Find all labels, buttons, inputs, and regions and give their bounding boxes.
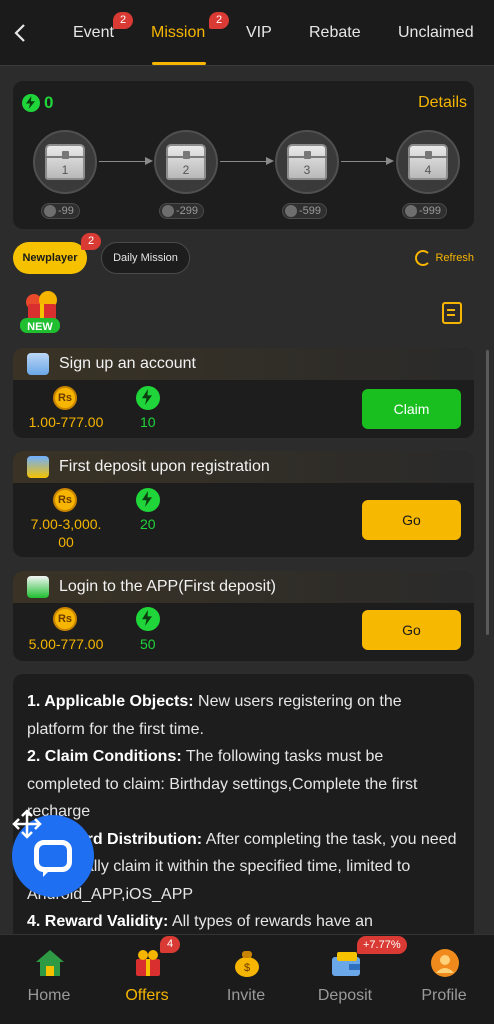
points-balance: 0 bbox=[22, 93, 53, 113]
rupee-coin-icon: Rs bbox=[53, 488, 77, 512]
chest-icon: 1 bbox=[45, 144, 85, 180]
svg-text:$: $ bbox=[244, 962, 250, 974]
nav-label: Profile bbox=[421, 987, 467, 1004]
reward-points: 10 bbox=[140, 414, 156, 430]
chest-number: 3 bbox=[303, 163, 311, 177]
chest-icon: 2 bbox=[166, 144, 206, 180]
grey-lightning-icon bbox=[162, 205, 174, 217]
top-tab-bar: Event 2 Mission 2 VIP Rebate Unclaimed bbox=[0, 0, 494, 66]
nav-invite[interactable]: $ Invite bbox=[197, 935, 295, 1024]
wallet-icon bbox=[27, 456, 49, 478]
tab-unclaimed[interactable]: Unclaimed bbox=[398, 24, 474, 42]
nav-label: Offers bbox=[125, 987, 169, 1004]
new-gift-icon: NEW bbox=[20, 291, 60, 333]
arrow-connector bbox=[99, 161, 145, 162]
new-label: NEW bbox=[27, 321, 53, 333]
task-header: Login to the APP(First deposit) bbox=[13, 571, 474, 603]
grey-lightning-icon bbox=[44, 205, 56, 217]
nav-label: Home bbox=[27, 987, 71, 1004]
active-tab-indicator bbox=[152, 62, 206, 65]
reward-amount: 7.00-3,000. bbox=[30, 516, 102, 532]
task-title: First deposit upon registration bbox=[59, 458, 270, 475]
arrow-connector bbox=[220, 161, 266, 162]
rules-panel: 1. Applicable Objects: New users registe… bbox=[13, 674, 474, 944]
newplayer-badge: 2 bbox=[81, 233, 101, 250]
details-link[interactable]: Details bbox=[418, 94, 467, 112]
arrow-head bbox=[386, 157, 394, 165]
tab-newplayer[interactable]: Newplayer bbox=[13, 242, 87, 274]
nav-profile[interactable]: Profile bbox=[395, 935, 493, 1024]
tab-daily-mission[interactable]: Daily Mission bbox=[101, 242, 190, 274]
record-list-icon[interactable] bbox=[442, 302, 462, 324]
lightning-icon bbox=[136, 488, 160, 512]
treasure-chest-1[interactable]: 1 bbox=[33, 130, 97, 194]
chest-cost-1: -99 bbox=[41, 203, 80, 219]
task-header: First deposit upon registration bbox=[13, 451, 474, 483]
treasure-chest-2[interactable]: 2 bbox=[154, 130, 218, 194]
treasure-chest-4[interactable]: 4 bbox=[396, 130, 460, 194]
refresh-label: Refresh bbox=[435, 252, 474, 264]
chest-icon: 4 bbox=[408, 144, 448, 180]
offers-badge: 4 bbox=[160, 936, 180, 953]
grey-lightning-icon bbox=[285, 205, 297, 217]
treasure-chest-3[interactable]: 3 bbox=[275, 130, 339, 194]
tab-event[interactable]: Event bbox=[73, 24, 114, 42]
task-title: Sign up an account bbox=[59, 355, 196, 372]
arrow-head bbox=[266, 157, 274, 165]
home-icon bbox=[36, 950, 64, 976]
task-title: Login to the APP(First deposit) bbox=[59, 578, 276, 595]
nav-offers[interactable]: Offers bbox=[98, 935, 196, 1024]
rule-item: 1. Applicable Objects: New users registe… bbox=[27, 693, 402, 738]
chest-icon: 3 bbox=[287, 144, 327, 180]
lightning-icon bbox=[22, 94, 40, 112]
grey-lightning-icon bbox=[405, 205, 417, 217]
chest-cost-3: -599 bbox=[282, 203, 328, 219]
reward-points: 20 bbox=[140, 516, 156, 532]
tab-rebate[interactable]: Rebate bbox=[309, 24, 361, 42]
money-bag-icon: $ bbox=[235, 951, 259, 977]
arrow-head bbox=[145, 157, 153, 165]
deposit-bonus-badge: +7.77% bbox=[357, 936, 407, 954]
rule-item: 2. Claim Conditions: The following tasks… bbox=[27, 748, 418, 820]
points-value: 0 bbox=[44, 93, 54, 112]
task-header: Sign up an account bbox=[13, 348, 474, 380]
chest-number: 2 bbox=[182, 163, 190, 177]
chest-number: 1 bbox=[61, 163, 69, 177]
go-button[interactable]: Go bbox=[362, 610, 461, 650]
clipboard-icon bbox=[27, 353, 49, 375]
tab-vip[interactable]: VIP bbox=[246, 24, 272, 42]
scrollbar[interactable] bbox=[486, 350, 489, 635]
chest-number: 4 bbox=[424, 163, 432, 177]
tab-event-badge: 2 bbox=[113, 12, 133, 29]
rupee-coin-icon: Rs bbox=[53, 607, 77, 631]
nav-label: Invite bbox=[226, 987, 266, 1004]
back-arrow-icon[interactable] bbox=[10, 22, 32, 44]
rupee-coin-icon: Rs bbox=[53, 386, 77, 410]
profile-icon bbox=[431, 949, 459, 977]
chest-cost-2: -299 bbox=[159, 203, 205, 219]
lightning-icon bbox=[136, 386, 160, 410]
tab-mission-badge: 2 bbox=[209, 12, 229, 29]
tab-mission[interactable]: Mission bbox=[151, 24, 205, 42]
drag-move-icon[interactable] bbox=[11, 808, 43, 840]
chest-cost-4: -999 bbox=[402, 203, 448, 219]
nav-home[interactable]: Home bbox=[0, 935, 98, 1024]
claim-button[interactable]: Claim bbox=[362, 389, 461, 429]
lightning-icon bbox=[136, 607, 160, 631]
bottom-navigation: Home Offers 4 $ Invite Deposit Profile bbox=[0, 934, 494, 1024]
refresh-icon bbox=[415, 250, 432, 266]
reward-points: 50 bbox=[140, 636, 156, 652]
app-login-icon bbox=[27, 576, 49, 598]
chat-bubble-icon bbox=[34, 840, 72, 877]
nav-label: Deposit bbox=[317, 987, 373, 1004]
reward-amount: 1.00-777.00 bbox=[28, 414, 104, 430]
refresh-button[interactable]: Refresh bbox=[415, 250, 474, 266]
reward-amount: 5.00-777.00 bbox=[28, 636, 104, 652]
rule-item: 4. Reward Validity: All types of rewards… bbox=[27, 913, 373, 930]
go-button[interactable]: Go bbox=[362, 500, 461, 540]
reward-amount-cont: 00 bbox=[58, 534, 74, 550]
arrow-connector bbox=[341, 161, 386, 162]
